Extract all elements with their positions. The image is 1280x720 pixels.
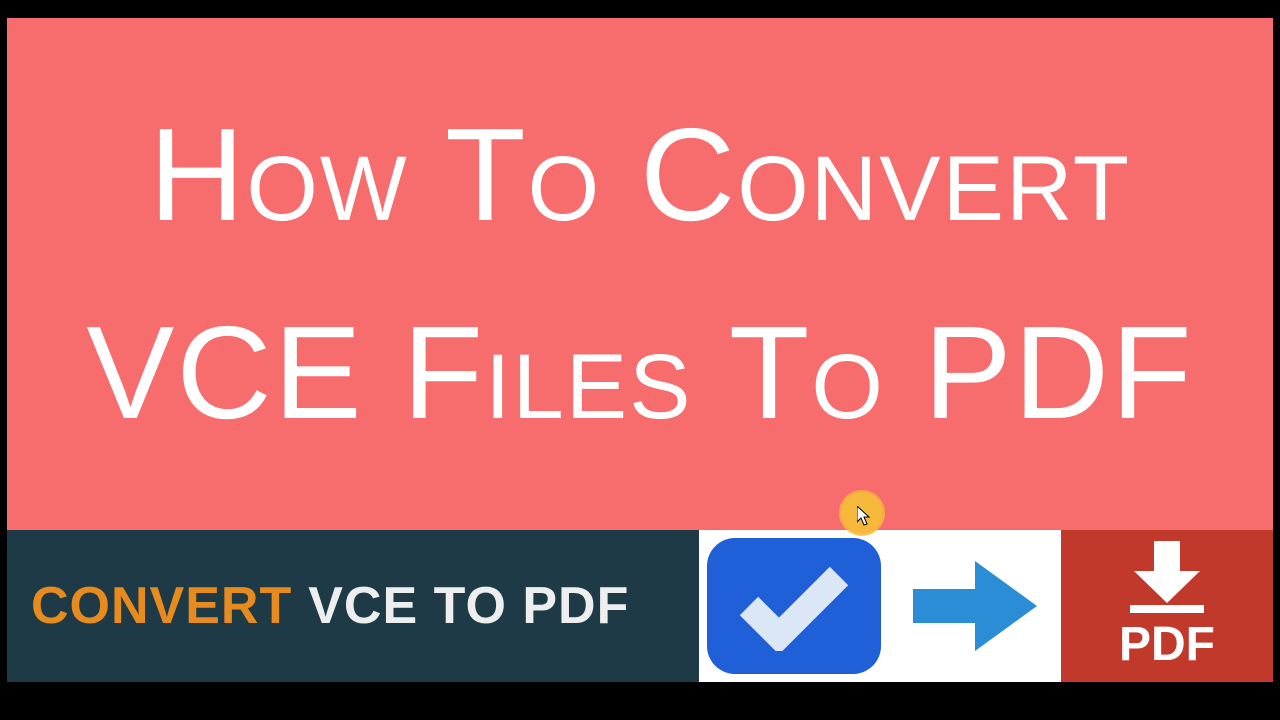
tile-check xyxy=(699,530,889,682)
conversion-strip: CONVERT VCE TO PDF PDF xyxy=(7,530,1273,682)
strip-word-convert: CONVERT xyxy=(31,576,292,636)
strip-word-vce-to-pdf: VCE TO PDF xyxy=(308,576,629,636)
check-icon xyxy=(707,538,881,674)
strip-text: CONVERT VCE TO PDF xyxy=(7,530,699,682)
letterbox-top xyxy=(0,0,1280,18)
download-icon xyxy=(1122,541,1212,613)
hero-panel: How to Convert VCE Files to PDF xyxy=(7,18,1273,530)
hero-title: How to Convert VCE Files to PDF xyxy=(86,76,1193,472)
arrow-right-icon xyxy=(905,551,1045,661)
pdf-label: PDF xyxy=(1119,617,1215,672)
tile-arrow xyxy=(889,530,1061,682)
cursor-icon xyxy=(857,506,873,531)
hero-line-2: VCE Files to PDF xyxy=(86,274,1193,472)
hero-line-1: How to Convert xyxy=(86,76,1193,274)
letterbox-bottom xyxy=(0,682,1280,720)
tile-pdf: PDF xyxy=(1061,530,1273,682)
